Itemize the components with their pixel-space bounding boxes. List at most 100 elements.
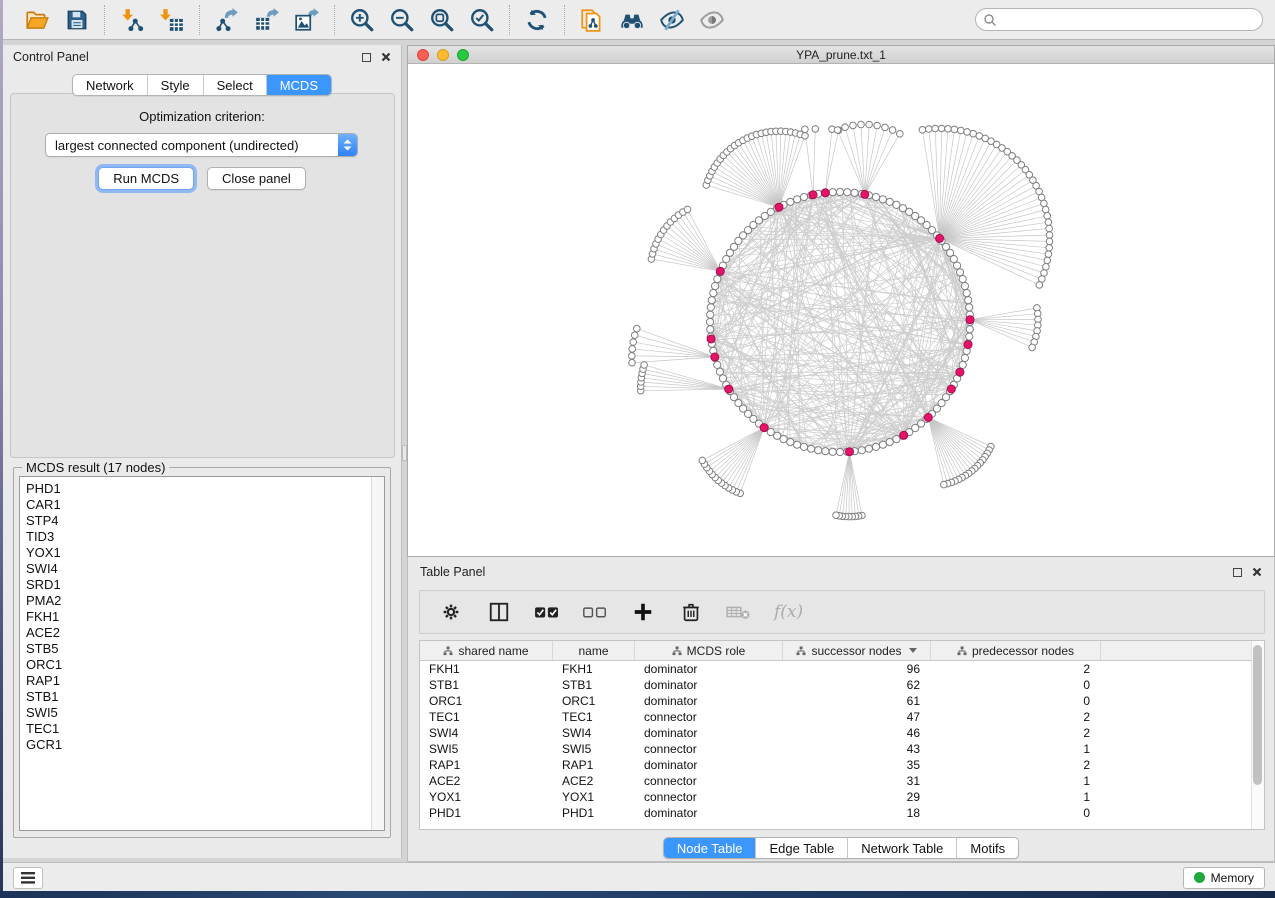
memory-button[interactable]: Memory xyxy=(1183,867,1265,889)
mcds-result-item[interactable]: SRD1 xyxy=(20,577,384,593)
window-maximize-icon[interactable] xyxy=(457,49,469,61)
column-header-shared-name[interactable]: shared name xyxy=(420,641,553,660)
table-row[interactable]: ACE2ACE2connector311 xyxy=(420,773,1264,789)
mcds-result-scrollbar[interactable] xyxy=(371,477,384,830)
mcds-hub-node[interactable] xyxy=(964,341,972,349)
table-settings-icon[interactable] xyxy=(438,599,464,625)
table-row[interactable]: SWI5SWI5connector431 xyxy=(420,741,1264,757)
search-network-icon[interactable] xyxy=(617,5,647,35)
mcds-hub-node[interactable] xyxy=(725,385,733,393)
table-scrollbar-thumb[interactable] xyxy=(1253,645,1262,785)
mcds-hub-node[interactable] xyxy=(821,189,829,197)
mcds-result-item[interactable]: PHD1 xyxy=(20,481,384,497)
mcds-result-item[interactable]: RAP1 xyxy=(20,673,384,689)
mcds-hub-node[interactable] xyxy=(861,190,869,198)
mcds-result-list[interactable]: PHD1CAR1STP4TID3YOX1SWI4SRD1PMA2FKH1ACE2… xyxy=(19,476,385,831)
mcds-result-item[interactable]: CAR1 xyxy=(20,497,384,513)
zoom-selected-icon[interactable] xyxy=(467,5,497,35)
table-row[interactable]: STB1STB1dominator620 xyxy=(420,677,1264,693)
column-header-name[interactable]: name xyxy=(553,641,635,660)
network-search-box[interactable] xyxy=(975,8,1263,31)
mcds-hub-node[interactable] xyxy=(711,353,719,361)
table-row[interactable]: SWI4SWI4dominator462 xyxy=(420,725,1264,741)
table-row[interactable]: ORC1ORC1dominator610 xyxy=(420,693,1264,709)
mcds-result-item[interactable]: ACE2 xyxy=(20,625,384,641)
add-column-icon[interactable] xyxy=(630,599,656,625)
window-minimize-icon[interactable] xyxy=(437,49,449,61)
hide-selected-icon[interactable] xyxy=(657,5,687,35)
mcds-hub-node[interactable] xyxy=(936,234,944,242)
mcds-result-item[interactable]: PMA2 xyxy=(20,593,384,609)
save-session-icon[interactable] xyxy=(62,5,92,35)
tab-node-table[interactable]: Node Table xyxy=(664,838,756,858)
network-canvas[interactable] xyxy=(408,64,1274,556)
mcds-result-item[interactable]: ORC1 xyxy=(20,657,384,673)
float-table-panel-icon[interactable] xyxy=(1233,568,1242,577)
apply-layout-icon[interactable] xyxy=(522,5,552,35)
import-network-icon[interactable] xyxy=(117,5,147,35)
mcds-hub-node[interactable] xyxy=(809,191,817,199)
tab-select[interactable]: Select xyxy=(203,75,266,95)
mcds-result-item[interactable]: FKH1 xyxy=(20,609,384,625)
mcds-hub-node[interactable] xyxy=(966,316,974,324)
mcds-result-item[interactable]: STB5 xyxy=(20,641,384,657)
tab-motifs[interactable]: Motifs xyxy=(956,838,1018,858)
export-image-icon[interactable] xyxy=(292,5,322,35)
network-graph[interactable] xyxy=(408,64,1274,556)
mcds-hub-node[interactable] xyxy=(760,424,768,432)
tab-mcds[interactable]: MCDS xyxy=(266,75,331,95)
mcds-hub-node[interactable] xyxy=(900,431,908,439)
mcds-hub-node[interactable] xyxy=(956,368,964,376)
column-header-mcds-role[interactable]: MCDS role xyxy=(635,641,783,660)
close-panel-icon[interactable] xyxy=(381,52,391,62)
export-network-icon[interactable] xyxy=(212,5,242,35)
mcds-result-item[interactable]: GCR1 xyxy=(20,737,384,753)
tab-style[interactable]: Style xyxy=(147,75,203,95)
zoom-fit-icon[interactable] xyxy=(427,5,457,35)
table-row[interactable]: RAP1RAP1dominator352 xyxy=(420,757,1264,773)
tab-network-table[interactable]: Network Table xyxy=(847,838,956,858)
mcds-result-item[interactable]: TID3 xyxy=(20,529,384,545)
tab-edge-table[interactable]: Edge Table xyxy=(755,838,847,858)
cell-mcds-role: dominator xyxy=(635,678,783,692)
close-panel-button[interactable]: Close panel xyxy=(207,167,306,190)
zoom-out-icon[interactable] xyxy=(387,5,417,35)
mcds-hub-node[interactable] xyxy=(716,267,724,275)
export-table-icon[interactable] xyxy=(252,5,282,35)
search-input[interactable] xyxy=(997,11,1262,29)
mcds-hub-node[interactable] xyxy=(846,448,854,456)
close-table-panel-icon[interactable] xyxy=(1252,567,1262,577)
table-row[interactable]: PHD1PHD1dominator180 xyxy=(420,805,1264,821)
float-panel-icon[interactable] xyxy=(362,53,371,62)
table-row[interactable]: YOX1YOX1connector291 xyxy=(420,789,1264,805)
new-network-from-selection-icon[interactable] xyxy=(577,5,607,35)
zoom-in-icon[interactable] xyxy=(347,5,377,35)
table-scrollbar[interactable] xyxy=(1251,641,1264,829)
mcds-hub-node[interactable] xyxy=(775,203,783,211)
run-mcds-button[interactable]: Run MCDS xyxy=(98,167,194,190)
column-header-predecessor-nodes[interactable]: predecessor nodes xyxy=(931,641,1101,660)
network-window-titlebar[interactable]: YPA_prune.txt_1 xyxy=(408,46,1274,64)
mcds-result-item[interactable]: SWI5 xyxy=(20,705,384,721)
mcds-result-item[interactable]: TEC1 xyxy=(20,721,384,737)
open-file-icon[interactable] xyxy=(22,5,52,35)
mcds-result-item[interactable]: STB1 xyxy=(20,689,384,705)
column-layout-icon[interactable] xyxy=(486,599,512,625)
mcds-result-item[interactable]: YOX1 xyxy=(20,545,384,561)
mcds-result-item[interactable]: SWI4 xyxy=(20,561,384,577)
select-all-columns-icon[interactable] xyxy=(534,599,560,625)
mcds-hub-node[interactable] xyxy=(707,335,715,343)
window-close-icon[interactable] xyxy=(417,49,429,61)
import-table-icon[interactable] xyxy=(157,5,187,35)
column-header-successor-nodes[interactable]: successor nodes xyxy=(783,641,931,660)
delete-column-icon[interactable] xyxy=(678,599,704,625)
tab-network[interactable]: Network xyxy=(73,75,147,95)
mcds-result-item[interactable]: STP4 xyxy=(20,513,384,529)
mcds-hub-node[interactable] xyxy=(924,413,932,421)
table-row[interactable]: TEC1TEC1connector472 xyxy=(420,709,1264,725)
mcds-hub-node[interactable] xyxy=(947,385,955,393)
panel-toggle-button[interactable] xyxy=(13,867,43,889)
table-row[interactable]: FKH1FKH1dominator962 xyxy=(420,661,1264,677)
optimization-criterion-select[interactable]: largest connected component (undirected) xyxy=(45,133,358,157)
deselect-all-columns-icon[interactable] xyxy=(582,599,608,625)
